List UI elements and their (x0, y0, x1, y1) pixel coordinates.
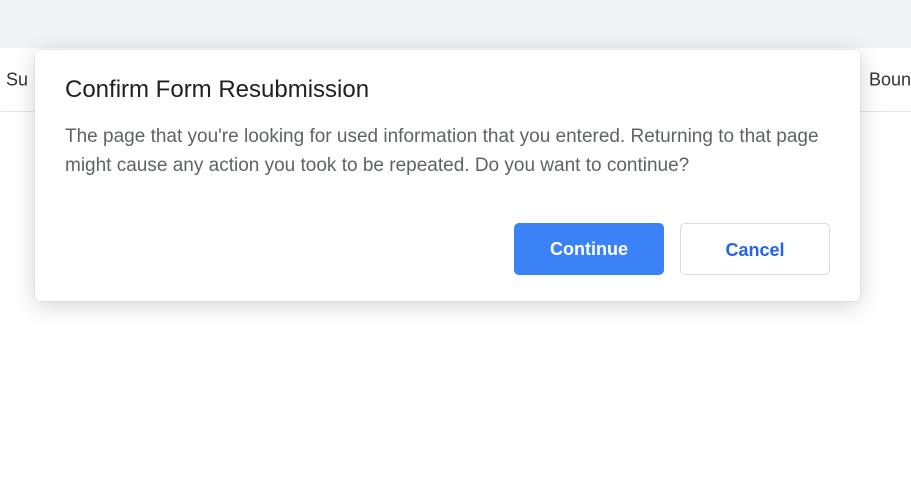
dialog-body: The page that you're looking for used in… (65, 122, 830, 181)
cancel-button[interactable]: Cancel (680, 223, 830, 275)
header-right-fragment: Boun (869, 69, 911, 90)
confirm-resubmission-dialog: Confirm Form Resubmission The page that … (35, 50, 860, 301)
dialog-actions: Continue Cancel (65, 223, 830, 275)
header-left-fragment: Su (6, 69, 28, 90)
top-bar (0, 0, 911, 48)
continue-button[interactable]: Continue (514, 223, 664, 275)
dialog-title: Confirm Form Resubmission (65, 76, 830, 104)
